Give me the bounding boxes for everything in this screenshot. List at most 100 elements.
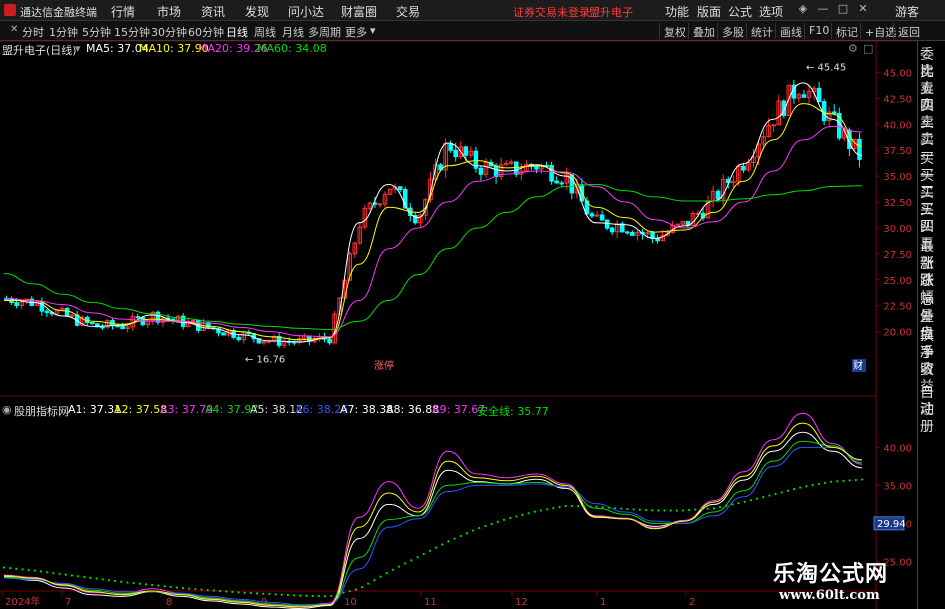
menu-item-zixun[interactable]: 资讯 [201, 3, 225, 20]
tab-30min[interactable]: 30分钟 [151, 24, 187, 40]
menu-item-gongneng[interactable]: 功能 [665, 3, 689, 20]
safety-dot [58, 572, 61, 575]
btn-diejia[interactable]: 叠加 [688, 23, 719, 39]
safety-dot [120, 580, 123, 583]
btn-duogu[interactable]: 多股 [717, 23, 748, 39]
safety-dot [638, 508, 641, 511]
x-tick-label: 2 [689, 597, 695, 608]
safety-dot [225, 590, 228, 593]
tab-weekly[interactable]: 周线 [254, 24, 276, 40]
tab-monthly[interactable]: 月线 [282, 24, 304, 40]
a6-line [3, 446, 863, 606]
safety-dot [126, 581, 129, 584]
safety-dot [663, 509, 666, 512]
kline-chart[interactable]: 20.00 22.50 25.00 27.50 30.00 32.50 35.00 37.50… [0, 41, 917, 609]
menu-item-banmian[interactable]: 版面 [697, 3, 721, 20]
candle-body [741, 165, 746, 171]
tab-5min[interactable]: 5分钟 [82, 24, 111, 40]
safety-dot [484, 524, 487, 528]
safety-dot [262, 592, 265, 595]
tab-1min[interactable]: 1分钟 [49, 24, 78, 40]
safety-dot [323, 595, 327, 598]
safety-dot [379, 575, 382, 578]
safety-dot [89, 576, 92, 579]
safety-dot [27, 568, 30, 572]
safety-dot [657, 509, 660, 512]
tab-daily[interactable]: 日线 [226, 24, 248, 40]
safety-dot [786, 489, 790, 492]
safety-dot [811, 484, 814, 487]
btn-back[interactable]: 返回 [893, 23, 924, 39]
login-warning[interactable]: 证券交易未登录 [513, 4, 590, 20]
safety-dot [274, 593, 277, 596]
safety-dot [237, 591, 240, 594]
btn-huaxian[interactable]: 画线 [775, 23, 806, 39]
safety-dot [669, 509, 672, 512]
candle-body [493, 165, 499, 178]
safety-dot [299, 594, 302, 597]
menu-item-xuanxiang[interactable]: 选项 [759, 3, 783, 20]
safety-dot [101, 578, 104, 581]
safety-dot [255, 592, 259, 595]
x-tick-label: 1 [600, 597, 606, 608]
settings-icon[interactable]: ◈ [797, 2, 809, 16]
y-tick-label: 22.50 [883, 302, 912, 313]
close-tab-icon[interactable]: ✕ [10, 24, 18, 35]
menu-item-wenxiaoda[interactable]: 问小达 [288, 3, 324, 20]
tab-multi-period[interactable]: 多周期 [308, 24, 341, 40]
safety-dot [613, 507, 617, 510]
menu-item-caifuquan[interactable]: 财富圈 [341, 3, 377, 20]
btn-biaoji[interactable]: 标记 [831, 23, 862, 39]
y-tick-label: 37.50 [883, 146, 912, 157]
safety-dot [360, 585, 364, 589]
more-dropdown-icon[interactable]: ▾ [370, 24, 376, 37]
safety-dot [428, 549, 432, 552]
tab-60min[interactable]: 60分钟 [188, 24, 224, 40]
app-logo-icon [4, 4, 16, 16]
menu-item-shichang[interactable]: 市场 [157, 3, 181, 20]
menu-item-gongshi[interactable]: 公式 [728, 3, 752, 20]
tab-fenshi[interactable]: 分时 [22, 24, 44, 40]
candle-body [816, 87, 822, 103]
safety-dot [434, 546, 438, 549]
safety-dot [515, 515, 518, 518]
safety-dot [558, 506, 561, 509]
safety-dot [459, 534, 462, 538]
safety-dot [200, 588, 203, 591]
a4-line [3, 440, 863, 607]
safety-dot [83, 575, 86, 579]
current-value-label: 29.94 [877, 519, 906, 530]
safety-dot [373, 578, 376, 582]
safety-dot [651, 509, 654, 512]
y-tick-label: 35.00 [883, 172, 912, 183]
tab-15min[interactable]: 15分钟 [114, 24, 150, 40]
safety-dot [712, 507, 715, 510]
safety-dot [70, 574, 73, 577]
maximize-icon[interactable]: □ [837, 2, 849, 16]
tab-more[interactable]: 更多 [345, 24, 367, 40]
menu-item-jiaoyi[interactable]: 交易 [396, 3, 420, 20]
y-tick-label: 20.00 [883, 328, 912, 339]
btn-tongji[interactable]: 统计 [746, 23, 777, 39]
btn-f10[interactable]: F10 [804, 23, 833, 39]
minimize-icon[interactable]: — [817, 2, 829, 16]
safety-dot [675, 509, 678, 512]
app-title: 通达信金融终端 [20, 6, 97, 19]
menu-item-hangqing[interactable]: 行情 [111, 3, 135, 20]
safety-dot [694, 508, 697, 511]
safety-dot [626, 507, 629, 511]
btn-fuquan[interactable]: 复权 [659, 23, 690, 39]
guest-user[interactable]: 游客 [895, 3, 919, 20]
safety-dot [311, 594, 314, 598]
safety-dot [755, 497, 759, 500]
x-tick-label: 12 [515, 597, 528, 608]
safety-dot [552, 507, 555, 510]
close-icon[interactable]: ✕ [857, 2, 869, 16]
side-panel-item[interactable]: 注册 [920, 402, 945, 436]
safety-dot [348, 590, 351, 593]
safety-dot [138, 582, 141, 585]
y-tick-label: 45.00 [883, 69, 912, 80]
candle-body [604, 219, 610, 229]
menu-item-faxian[interactable]: 发现 [245, 3, 269, 20]
safety-dot [688, 509, 691, 512]
